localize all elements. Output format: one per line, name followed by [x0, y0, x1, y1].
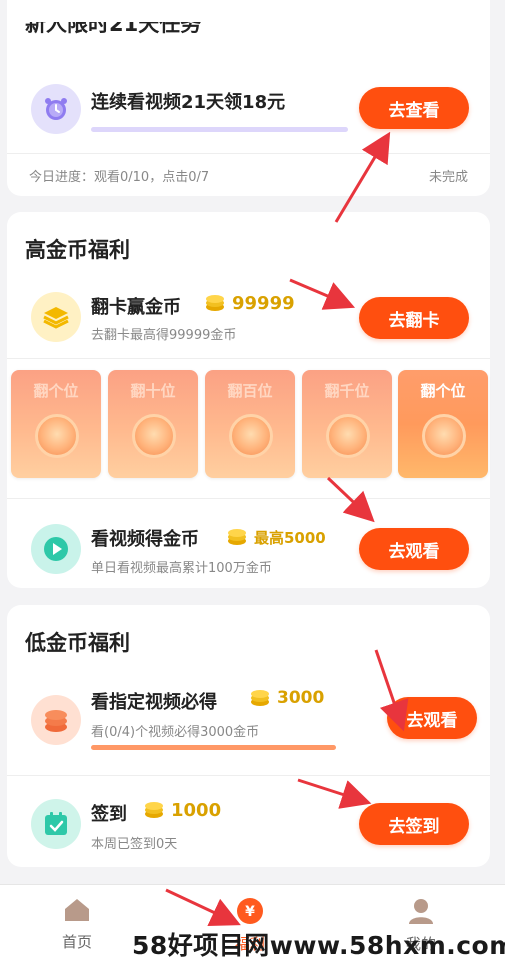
flip-card[interactable]: 翻百位 — [205, 370, 295, 478]
watch-specified-button[interactable]: 去观看 — [387, 697, 477, 739]
specified-video-title: 看指定视频必得 — [91, 692, 217, 713]
flip-title: 翻卡赢金币 — [91, 297, 181, 318]
specified-progress-bar — [91, 745, 336, 750]
star-medal-icon — [132, 414, 176, 458]
task-title: 连续看视频21天领18元 — [91, 92, 286, 113]
coin-icon — [251, 690, 269, 706]
video-desc: 单日看视频最高累计100万金币 — [91, 561, 272, 576]
watermark: 58好项目网www.58hxm.com — [132, 931, 505, 960]
view-task-button[interactable]: 去查看 — [359, 87, 469, 129]
user-icon — [409, 899, 433, 924]
flip-card-label: 翻十位 — [130, 382, 176, 400]
divider — [7, 775, 490, 776]
coin-stack-icon — [31, 292, 81, 342]
specified-amount-value: 3000 — [277, 688, 325, 708]
star-medal-icon — [326, 414, 370, 458]
specified-desc: 看(0/4)个视频必得3000金币 — [91, 725, 260, 740]
section-title: 低金币福利 — [25, 631, 130, 655]
newbie-task-card: 新人限时21天任务 连续看视频21天领18元 去查看 今日进度：观看0/10，点… — [7, 0, 490, 196]
section-title: 高金币福利 — [25, 238, 130, 262]
flip-card-label: 翻个位 — [420, 382, 466, 400]
checkin-title: 签到 — [91, 804, 127, 825]
divider — [7, 358, 490, 359]
flip-amount-value: 99999 — [232, 292, 295, 314]
flip-card[interactable]: 翻千位 — [302, 370, 392, 478]
task-progress-bar — [91, 127, 348, 132]
checkin-desc: 本周已签到0天 — [91, 837, 178, 852]
flip-card-label: 翻百位 — [227, 382, 273, 400]
star-medal-icon — [422, 414, 466, 458]
specified-amount: 3000 — [249, 687, 324, 709]
flip-card-label: 翻千位 — [324, 382, 370, 400]
coin-icon — [206, 295, 224, 311]
video-title: 看视频得金币 — [91, 529, 199, 550]
checkin-button[interactable]: 去签到 — [359, 803, 469, 845]
flip-desc: 去翻卡最高得99999金币 — [91, 328, 237, 343]
play-icon — [31, 524, 81, 574]
task-status: 未完成 — [428, 170, 468, 185]
calendar-check-icon — [31, 799, 81, 849]
low-coin-card: 低金币福利 看指定视频必得 3000 看(0/4)个视频必得3000金币 去观看… — [7, 605, 490, 867]
watch-video-button[interactable]: 去观看 — [359, 528, 469, 570]
coin-icon — [228, 529, 246, 545]
star-medal-icon — [229, 414, 273, 458]
section-title: 新人限时21天任务 — [25, 12, 202, 36]
today-progress-text: 今日进度：观看0/10，点击0/7 — [29, 170, 210, 185]
nav-home[interactable]: 首页 — [37, 897, 117, 952]
video-amount-value: 最高5000 — [254, 528, 326, 547]
divider — [7, 153, 490, 154]
flip-card[interactable]: 翻个位 — [398, 370, 488, 478]
alarm-clock-icon — [31, 84, 81, 134]
flip-amount: 99999 — [204, 292, 295, 314]
flip-card[interactable]: 翻十位 — [108, 370, 198, 478]
flip-card-label: 翻个位 — [33, 382, 79, 400]
coin-stack-icon — [31, 695, 81, 745]
divider — [7, 498, 490, 499]
flip-card[interactable]: 翻个位 — [11, 370, 101, 478]
nav-home-label: 首页 — [61, 933, 92, 951]
video-amount: 最高5000 — [226, 526, 326, 548]
star-medal-icon — [35, 414, 79, 458]
yuan-coin-icon: ¥ — [237, 898, 263, 924]
checkin-amount-value: 1000 — [171, 799, 222, 821]
flip-card-button[interactable]: 去翻卡 — [359, 297, 469, 339]
home-icon — [65, 899, 89, 921]
checkin-amount: 1000 — [143, 799, 221, 821]
svg-text:¥: ¥ — [245, 904, 255, 920]
coin-icon — [145, 802, 163, 818]
